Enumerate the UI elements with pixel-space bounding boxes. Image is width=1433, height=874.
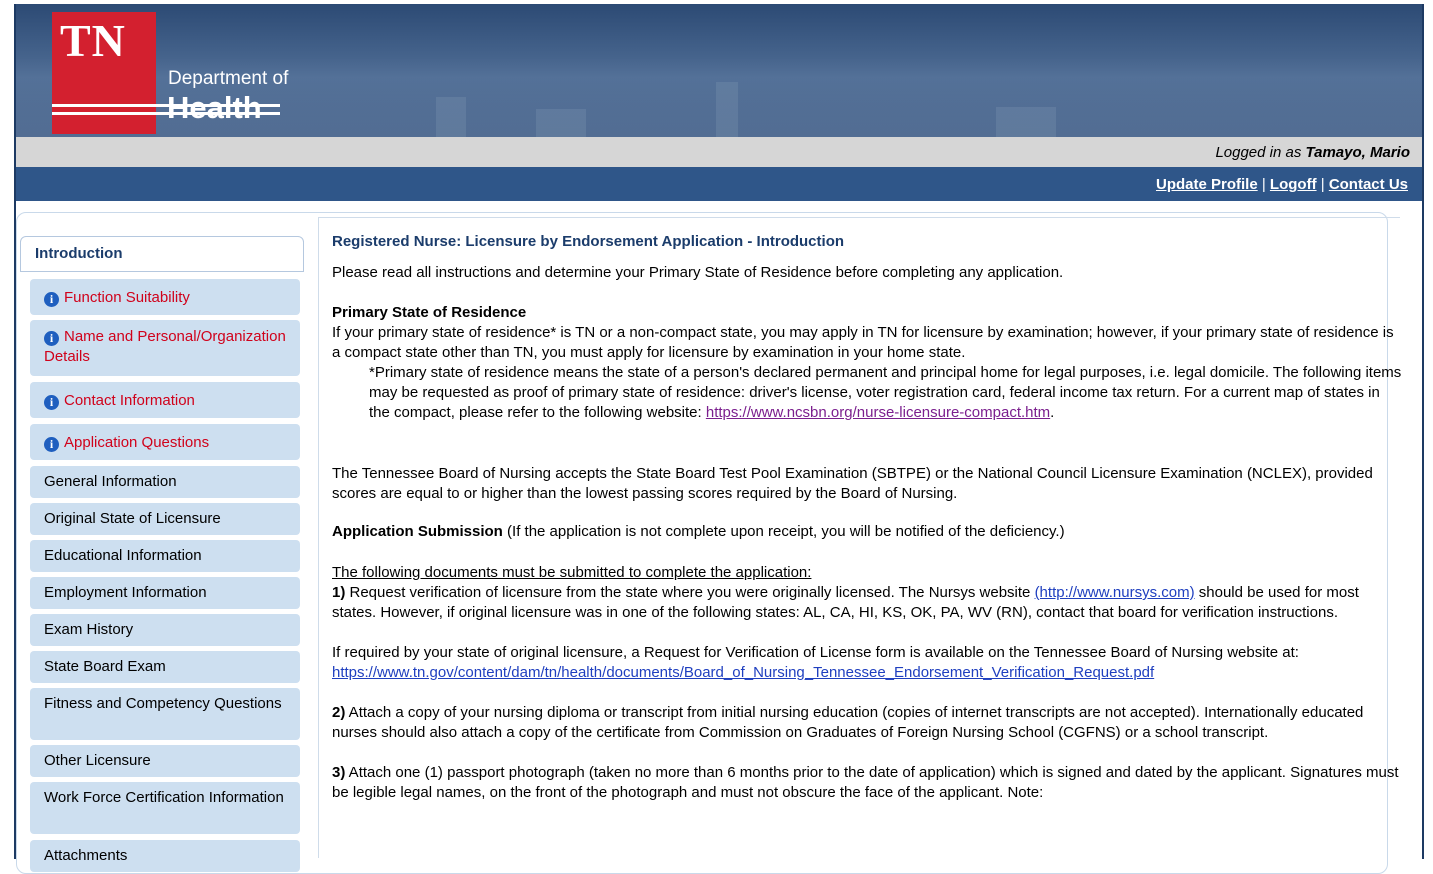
sidebar-item-employment-information[interactable]: Employment Information [30,577,300,609]
sidebar-item-label: Function Suitability [64,289,190,306]
sidebar-item-label: Other Licensure [44,752,151,769]
psr-text: If your primary state of residence* is T… [332,324,1394,361]
nav-separator: | [1261,176,1266,193]
tab-introduction-label: Introduction [35,245,123,262]
banner-building [536,109,586,137]
login-bar: Logged in as Tamayo, Mario [16,137,1422,167]
nav-separator: | [1320,176,1325,193]
logged-in-user: Tamayo, Mario [1305,144,1410,161]
verify-text: If required by your state of original li… [332,644,1299,661]
logoff-link[interactable]: Logoff [1270,176,1317,193]
verify-paragraph: If required by your state of original li… [332,643,1402,683]
banner-building [436,97,466,137]
sidebar-item-work-force-certification[interactable]: Work Force Certification Information [30,782,300,834]
sidebar-item-label: Original State of Licensure [44,510,221,527]
nav-bar: Update Profile | Logoff | Contact Us [16,167,1422,201]
board-text: The Tennessee Board of Nursing accepts t… [332,465,1373,502]
psr-note-end: . [1050,404,1055,421]
nav-links: Update Profile | Logoff | Contact Us [1156,176,1408,193]
sidebar-item-label: Employment Information [44,584,207,601]
tn-logo[interactable]: TN [52,12,156,134]
page-title: Registered Nurse: Licensure by Endorseme… [332,233,845,250]
item-3: 3) Attach one (1) passport photograph (t… [332,763,1402,803]
item-2-number: 2) [332,704,346,721]
psr-heading: Primary State of Residence [332,304,527,321]
submission-paragraph: Application Submission (If the applicati… [332,522,1402,542]
sidebar-item-attachments[interactable]: Attachments [30,840,300,872]
sidebar-item-label: Fitness and Competency Questions [44,695,282,712]
info-circle-icon: i [44,292,59,307]
update-profile-link[interactable]: Update Profile [1156,176,1258,193]
sidebar-item-label: Work Force Certification Information [44,789,284,806]
sidebar-item-name-details[interactable]: i Name and Personal/Organization Details [30,320,300,376]
banner-building [716,82,738,137]
sidebar-item-fitness-competency[interactable]: Fitness and Competency Questions [30,688,300,740]
submission-note: (If the application is not complete upon… [502,523,1065,540]
sidebar-item-exam-history[interactable]: Exam History [30,614,300,646]
item-2: 2) Attach a copy of your nursing diploma… [332,703,1402,743]
intro-text: Please read all instructions and determi… [332,264,1064,281]
docs-heading: The following documents must be submitte… [332,564,812,581]
sidebar-item-application-questions[interactable]: i Application Questions [30,424,300,460]
contact-us-link[interactable]: Contact Us [1329,176,1408,193]
psr-note: *Primary state of residence means the st… [332,363,1402,423]
sidebar-item-label: Application Questions [64,434,210,451]
sidebar-item-other-licensure[interactable]: Other Licensure [30,745,300,777]
nursys-link[interactable]: (http://www.nursys.com) [1035,584,1195,601]
header-banner: TN Department of Health [16,4,1422,137]
item-1-number: 1) [332,584,346,601]
logo-health-text: Health [167,90,262,125]
sidebar-item-function-suitability[interactable]: i Function Suitability [30,279,300,315]
verification-request-link[interactable]: https://www.tn.gov/content/dam/tn/health… [332,664,1154,681]
item-1: 1) Request verification of licensure fro… [332,583,1402,623]
logged-in-status: Logged in as Tamayo, Mario [1215,144,1410,161]
item-1-text: Request verification of licensure from t… [345,584,1035,601]
sidebar-item-label: Contact Information [64,392,195,409]
sidebar-item-label: Educational Information [44,547,202,564]
logo-abbrev: TN [60,15,126,66]
sidebar-item-general-information[interactable]: General Information [30,466,300,498]
sidebar-item-label: Attachments [44,847,128,864]
info-circle-icon: i [44,395,59,410]
content-divider-left [318,218,319,858]
logo-dept-text: Department of [168,68,289,89]
sidebar-item-educational-information[interactable]: Educational Information [30,540,300,572]
sidebar-item-original-state[interactable]: Original State of Licensure [30,503,300,535]
banner-building [996,107,1056,137]
item-3-text: Attach one (1) passport photograph (take… [332,764,1399,801]
item-3-number: 3) [332,764,346,781]
sidebar-item-label: Exam History [44,621,134,638]
content-divider-top [318,217,1400,218]
info-circle-icon: i [44,331,59,346]
item-2-text: Attach a copy of your nursing diploma or… [332,704,1364,741]
sidebar-item-label: General Information [44,473,177,490]
ncsbn-compact-link[interactable]: https://www.ncsbn.org/nurse-licensure-co… [706,404,1050,421]
info-circle-icon: i [44,437,59,452]
sidebar-item-label: Name and Personal/Organization Details [44,328,286,365]
submission-heading: Application Submission [332,523,503,540]
sidebar-item-label: State Board Exam [44,658,166,675]
tab-introduction[interactable]: Introduction [20,236,304,272]
sidebar-item-contact-information[interactable]: i Contact Information [30,382,300,418]
main-content: Registered Nurse: Licensure by Endorseme… [332,232,1402,803]
sidebar-item-state-board-exam[interactable]: State Board Exam [30,651,300,683]
logged-in-prefix: Logged in as [1215,144,1306,161]
